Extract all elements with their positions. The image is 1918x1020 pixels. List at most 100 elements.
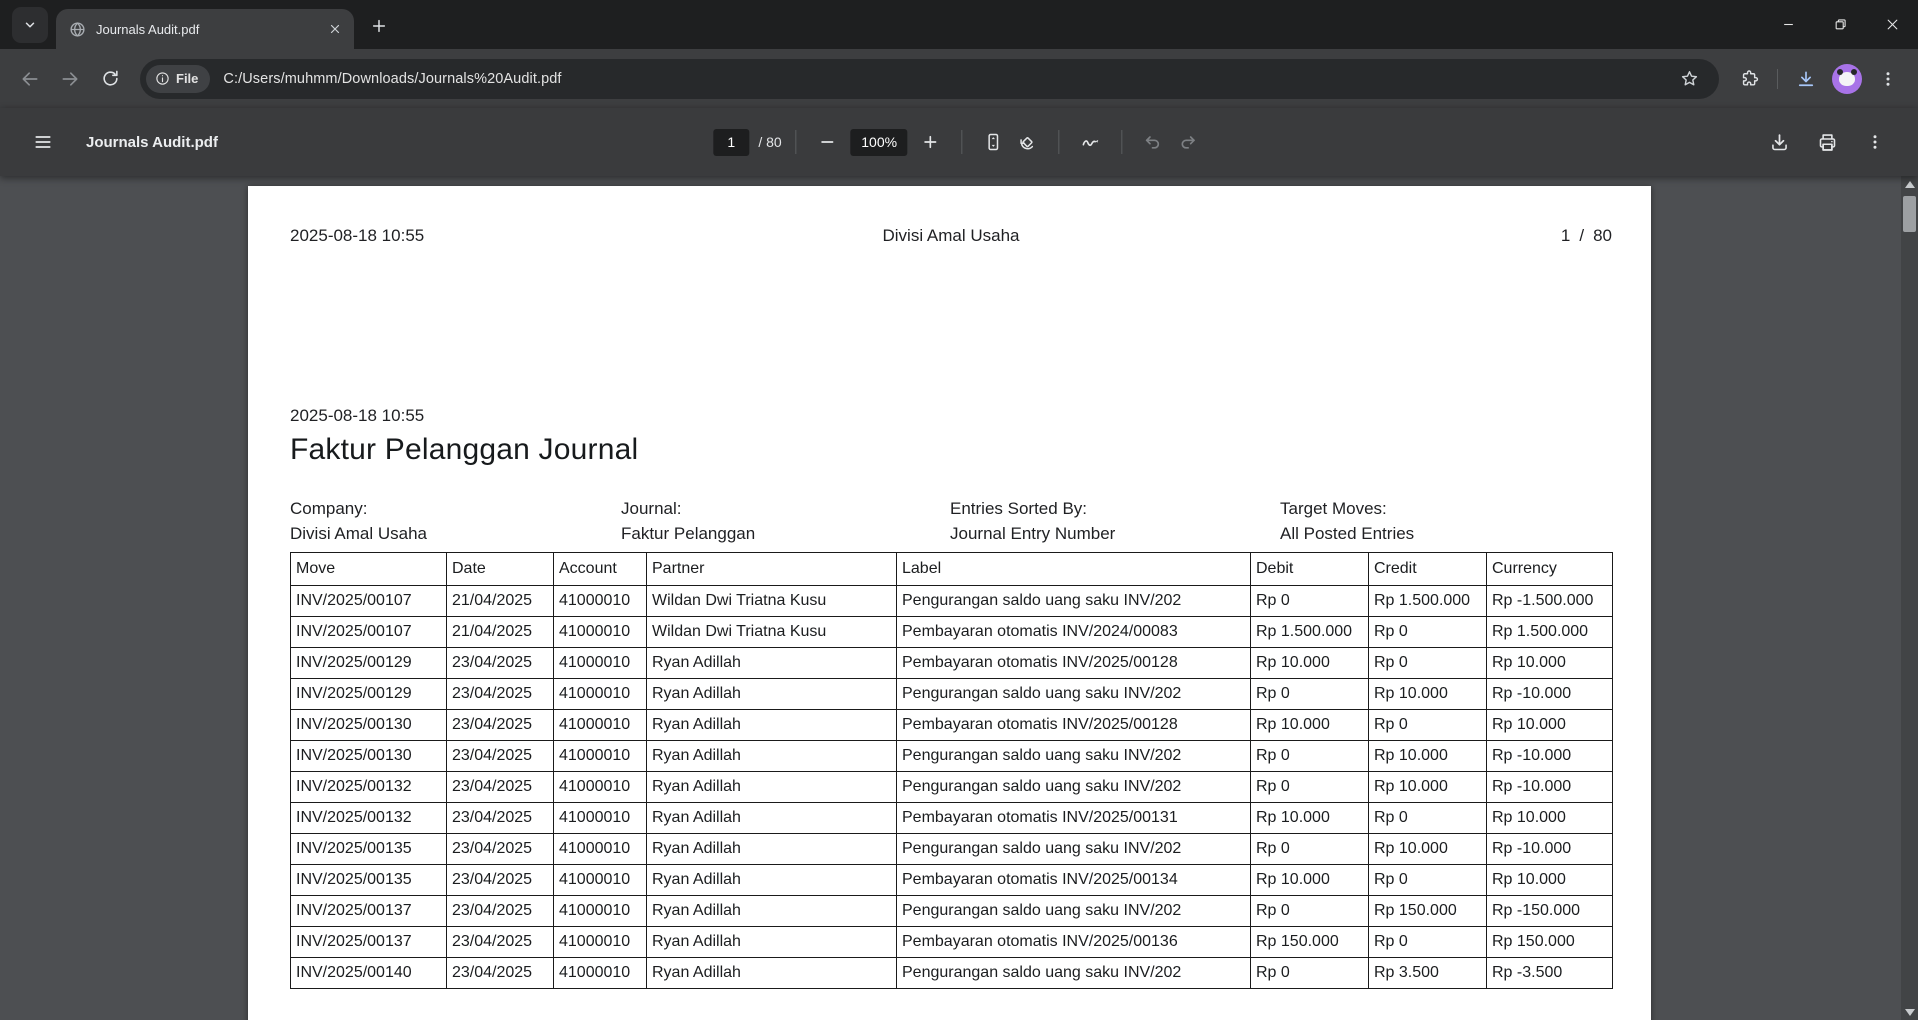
- kebab-menu-icon: [1879, 70, 1897, 88]
- cell-debit: Rp 150.000: [1251, 927, 1369, 958]
- cell-currency: Rp -10.000: [1487, 834, 1613, 865]
- cell-currency: Rp 10.000: [1487, 803, 1613, 834]
- cell-move: INV/2025/00107: [291, 586, 447, 617]
- annotate-button[interactable]: [1074, 125, 1108, 159]
- cell-move: INV/2025/00130: [291, 710, 447, 741]
- cell-credit: Rp 0: [1369, 710, 1487, 741]
- cell-label: Pengurangan saldo uang saku INV/202: [897, 834, 1251, 865]
- cell-credit: Rp 10.000: [1369, 834, 1487, 865]
- pdf-download-button[interactable]: [1762, 125, 1796, 159]
- meta-label: Journal:: [621, 496, 950, 521]
- column-header: Move: [291, 553, 447, 586]
- cell-currency: Rp 10.000: [1487, 865, 1613, 896]
- cell-partner: Ryan Adillah: [647, 772, 897, 803]
- undo-button[interactable]: [1137, 125, 1171, 159]
- tab-title: Journals Audit.pdf: [96, 22, 324, 37]
- new-tab-button[interactable]: [364, 11, 394, 41]
- cell-date: 21/04/2025: [447, 586, 554, 617]
- fit-page-icon: [984, 132, 1004, 152]
- browser-tab[interactable]: Journals Audit.pdf: [56, 9, 354, 49]
- cell-currency: Rp -10.000: [1487, 679, 1613, 710]
- tab-search-button[interactable]: [12, 7, 48, 43]
- pdf-more-options-button[interactable]: [1858, 125, 1892, 159]
- cell-partner: Ryan Adillah: [647, 927, 897, 958]
- column-header: Credit: [1369, 553, 1487, 586]
- cell-credit: Rp 0: [1369, 617, 1487, 648]
- zoom-out-button[interactable]: [811, 125, 845, 159]
- meta-item: Journal: Faktur Pelanggan: [621, 496, 950, 546]
- forward-button[interactable]: [50, 59, 90, 99]
- pdf-viewport[interactable]: 2025-08-18 10:55 Divisi Amal Usaha 1/80 …: [0, 176, 1918, 1020]
- table-row: INV/2025/00140 23/04/2025 41000010 Ryan …: [291, 958, 1613, 989]
- restore-button[interactable]: [1814, 0, 1866, 49]
- meta-value: All Posted Entries: [1280, 521, 1612, 546]
- reload-button[interactable]: [90, 59, 130, 99]
- extensions-button[interactable]: [1729, 59, 1769, 99]
- cell-date: 23/04/2025: [447, 710, 554, 741]
- cell-account: 41000010: [554, 586, 647, 617]
- meta-item: Company: Divisi Amal Usaha: [290, 496, 621, 546]
- toolbar-separator: [1122, 130, 1123, 154]
- cell-debit: Rp 10.000: [1251, 710, 1369, 741]
- zoom-in-button[interactable]: [914, 125, 948, 159]
- cell-date: 21/04/2025: [447, 617, 554, 648]
- cell-debit: Rp 0: [1251, 834, 1369, 865]
- address-bar[interactable]: File C:/Users/muhmm/Downloads/Journals%2…: [140, 59, 1719, 99]
- file-chip[interactable]: File: [146, 65, 210, 93]
- scrollbar-thumb[interactable]: [1903, 196, 1916, 232]
- back-button[interactable]: [10, 59, 50, 99]
- print-button[interactable]: [1810, 125, 1844, 159]
- cell-debit: Rp 10.000: [1251, 803, 1369, 834]
- forward-arrow-icon: [60, 69, 80, 89]
- download-icon: [1796, 69, 1816, 89]
- browser-menu-button[interactable]: [1868, 59, 1908, 99]
- redo-button[interactable]: [1171, 125, 1205, 159]
- minimize-icon: [1782, 18, 1795, 31]
- rotate-button[interactable]: [1011, 125, 1045, 159]
- downloads-button[interactable]: [1786, 59, 1826, 99]
- cell-account: 41000010: [554, 803, 647, 834]
- cell-account: 41000010: [554, 772, 647, 803]
- document-running-header: 2025-08-18 10:55 Divisi Amal Usaha 1/80: [290, 226, 1612, 246]
- printer-icon: [1817, 132, 1838, 153]
- cell-partner: Ryan Adillah: [647, 648, 897, 679]
- scroll-up-arrow[interactable]: [1901, 176, 1918, 192]
- cell-label: Pembayaran otomatis INV/2025/00128: [897, 710, 1251, 741]
- cell-partner: Ryan Adillah: [647, 679, 897, 710]
- table-row: INV/2025/00129 23/04/2025 41000010 Ryan …: [291, 648, 1613, 679]
- zoom-level[interactable]: 100%: [851, 129, 908, 156]
- minimize-button[interactable]: [1762, 0, 1814, 49]
- url-text[interactable]: C:/Users/muhmm/Downloads/Journals%20Audi…: [223, 71, 561, 87]
- cell-debit: Rp 0: [1251, 772, 1369, 803]
- tab-close-button[interactable]: [324, 18, 346, 40]
- cell-date: 23/04/2025: [447, 741, 554, 772]
- cell-partner: Ryan Adillah: [647, 865, 897, 896]
- cell-account: 41000010: [554, 958, 647, 989]
- globe-icon: [68, 20, 86, 38]
- cell-account: 41000010: [554, 834, 647, 865]
- cell-partner: Ryan Adillah: [647, 741, 897, 772]
- cell-label: Pengurangan saldo uang saku INV/202: [897, 958, 1251, 989]
- report-meta: Company: Divisi Amal Usaha Journal: Fakt…: [290, 496, 1612, 546]
- redo-icon: [1178, 132, 1198, 152]
- table-row: INV/2025/00137 23/04/2025 41000010 Ryan …: [291, 927, 1613, 958]
- scroll-down-arrow[interactable]: [1901, 1004, 1918, 1020]
- cell-date: 23/04/2025: [447, 896, 554, 927]
- fit-to-page-button[interactable]: [977, 125, 1011, 159]
- meta-label: Entries Sorted By:: [950, 496, 1280, 521]
- undo-icon: [1144, 132, 1164, 152]
- cell-account: 41000010: [554, 679, 647, 710]
- scrollbar[interactable]: [1901, 176, 1918, 1020]
- bookmark-button[interactable]: [1673, 63, 1705, 95]
- pdf-menu-button[interactable]: [26, 125, 60, 159]
- cell-date: 23/04/2025: [447, 679, 554, 710]
- profile-avatar[interactable]: [1832, 64, 1862, 94]
- cell-label: Pengurangan saldo uang saku INV/202: [897, 896, 1251, 927]
- page-number-input[interactable]: [713, 129, 749, 156]
- cell-partner: Wildan Dwi Triatna Kusu: [647, 617, 897, 648]
- cell-partner: Ryan Adillah: [647, 958, 897, 989]
- close-window-button[interactable]: [1866, 0, 1918, 49]
- meta-label: Target Moves:: [1280, 496, 1612, 521]
- browser-toolbar: File C:/Users/muhmm/Downloads/Journals%2…: [0, 49, 1918, 108]
- cell-date: 23/04/2025: [447, 772, 554, 803]
